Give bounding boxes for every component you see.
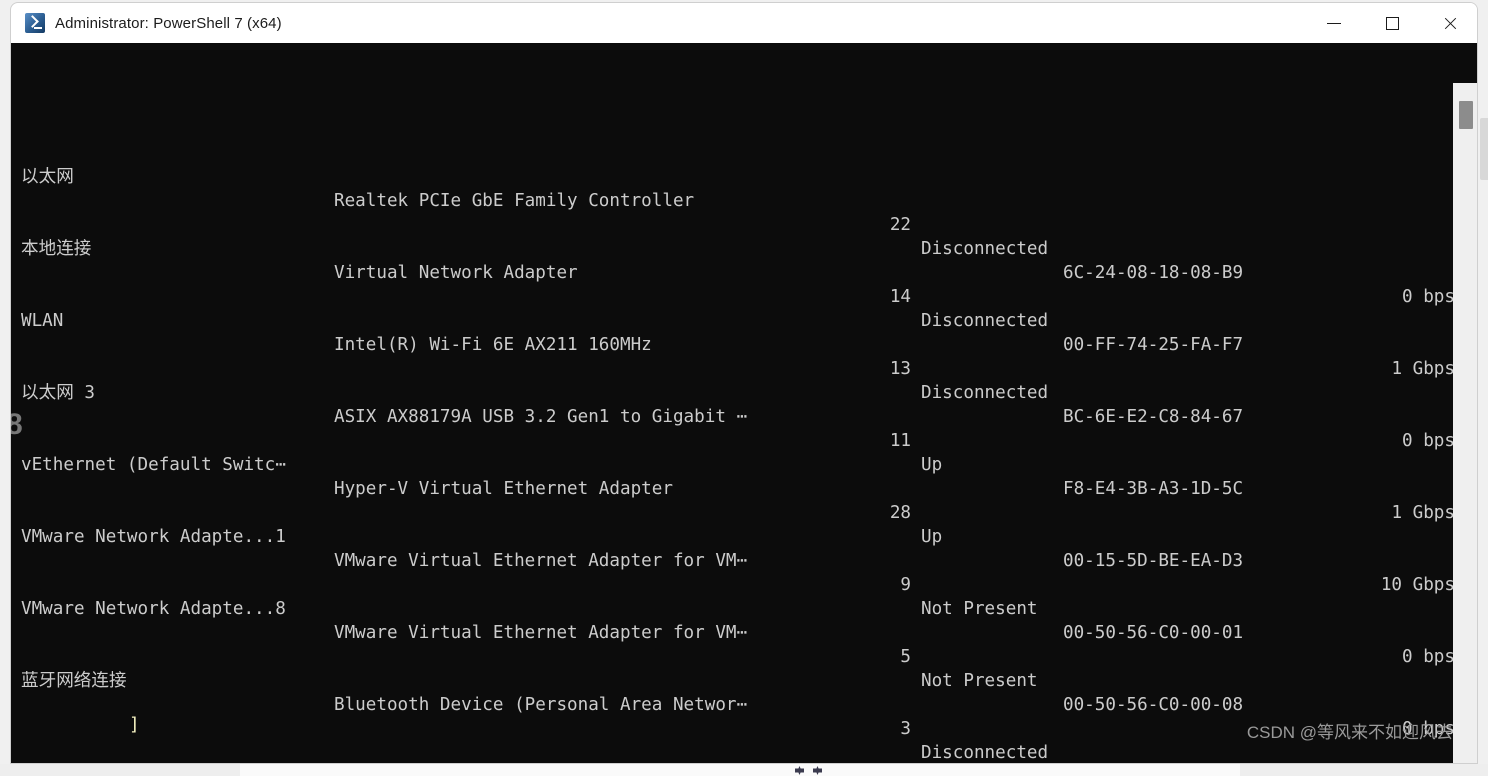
- cell-description: Hyper-V Virtual Ethernet Adapter: [334, 479, 673, 499]
- cell-name: WLAN: [21, 311, 64, 331]
- cell-name: VMware Network Adapte...1: [21, 527, 286, 547]
- cell-status: Not Present: [921, 671, 1038, 691]
- powershell-icon: [25, 13, 45, 33]
- desktop-left-edge: [0, 40, 10, 764]
- cell-status: Not Present: [921, 599, 1038, 619]
- table-row: WLAN Intel(R) Wi-Fi 6E AX211 160MHz 13 D…: [21, 285, 1453, 451]
- cell-name: 以太网: [21, 167, 74, 187]
- table-row: VMware Network Adapte...8 VMware Virtual…: [21, 573, 1453, 739]
- cell-mac: 00-FF-74-25-FA-F7: [1063, 335, 1244, 355]
- terminal[interactable]: 以太网 Realtek PCIe GbE Family Controller 2…: [11, 43, 1477, 763]
- taskbar-hint: [240, 764, 1240, 776]
- cell-name: 本地连接: [21, 239, 92, 259]
- title-bar-left: Administrator: PowerShell 7 (x64): [11, 13, 1305, 33]
- cell-status: Disconnected: [921, 743, 1049, 763]
- cell-mac: BC-6E-E2-C8-84-67: [1063, 407, 1244, 427]
- close-icon: [1443, 16, 1458, 31]
- terminal-scrollbar[interactable]: [1453, 83, 1477, 763]
- maximize-button[interactable]: [1363, 3, 1421, 43]
- window-controls: [1305, 3, 1477, 43]
- cell-description: VMware Virtual Ethernet Adapter for VM⋯: [334, 551, 748, 571]
- table-row: 以太网 Realtek PCIe GbE Family Controller 2…: [21, 141, 1453, 307]
- table-row: 以太网 3 ASIX AX88179A USB 3.2 Gen1 to Giga…: [21, 357, 1453, 523]
- scrollbar-thumb[interactable]: [1459, 101, 1473, 129]
- close-button[interactable]: [1421, 3, 1477, 43]
- cell-mac: 6C-24-08-18-08-B9: [1063, 263, 1244, 283]
- cell-mac: F8-E4-3B-A3-1D-5C: [1063, 479, 1244, 499]
- cell-name: 以太网 3: [21, 383, 95, 403]
- cell-status: Disconnected: [921, 311, 1049, 331]
- cell-status: Disconnected: [921, 239, 1049, 259]
- cell-description: Intel(R) Wi-Fi 6E AX211 160MHz: [334, 335, 652, 355]
- cell-description: VMware Virtual Ethernet Adapter for VM⋯: [334, 623, 748, 643]
- table-row: vEthernet (Default Switc⋯ Hyper-V Virtua…: [21, 429, 1453, 595]
- cell-name: vEthernet (Default Switc⋯: [21, 455, 286, 475]
- cell-description: Virtual Network Adapter: [334, 263, 578, 283]
- terminal-output[interactable]: 以太网 Realtek PCIe GbE Family Controller 2…: [11, 43, 1453, 763]
- cell-description: Realtek PCIe GbE Family Controller: [334, 191, 695, 211]
- cell-mac: 00-15-5D-BE-EA-D3: [1063, 551, 1244, 571]
- screen: Administrator: PowerShell 7 (x64) 以太网 Re…: [0, 0, 1488, 776]
- cell-description: ASIX AX88179A USB 3.2 Gen1 to Gigabit ⋯: [334, 407, 748, 427]
- cell-mac: 00-50-56-C0-00-01: [1063, 623, 1244, 643]
- bracket-artifact: ]: [129, 715, 140, 735]
- cell-status: Up: [921, 527, 943, 547]
- cell-name: VMware Network Adapte...8: [21, 599, 286, 619]
- title-bar[interactable]: Administrator: PowerShell 7 (x64): [11, 3, 1477, 43]
- powershell-window: Administrator: PowerShell 7 (x64) 以太网 Re…: [10, 2, 1478, 764]
- cell-name: 蓝牙网络连接: [21, 671, 127, 691]
- left-digit-artifact: 8: [11, 408, 23, 442]
- maximize-icon: [1385, 16, 1399, 30]
- table-row: 蓝牙网络连接 Bluetooth Device (Personal Area N…: [21, 645, 1453, 763]
- desktop-bottom-strip: [0, 764, 1488, 776]
- desktop-side-tab[interactable]: [1480, 118, 1488, 180]
- minimize-button[interactable]: [1305, 3, 1363, 43]
- table-row: VMware Network Adapte...1 VMware Virtual…: [21, 501, 1453, 667]
- table-row: 本地连接 Virtual Network Adapter 14 Disconne…: [21, 213, 1453, 379]
- cell-ifindex: 3: [900, 719, 911, 739]
- cell-mac: 00-50-56-C0-00-08: [1063, 695, 1244, 715]
- cell-linkspeed: 0 bps: [1402, 719, 1453, 739]
- cell-status: Up: [921, 455, 943, 475]
- window-title: Administrator: PowerShell 7 (x64): [55, 14, 282, 32]
- cell-status: Disconnected: [921, 383, 1049, 403]
- minimize-icon: [1327, 22, 1341, 24]
- cell-description: Bluetooth Device (Personal Area Networ⋯: [334, 695, 748, 715]
